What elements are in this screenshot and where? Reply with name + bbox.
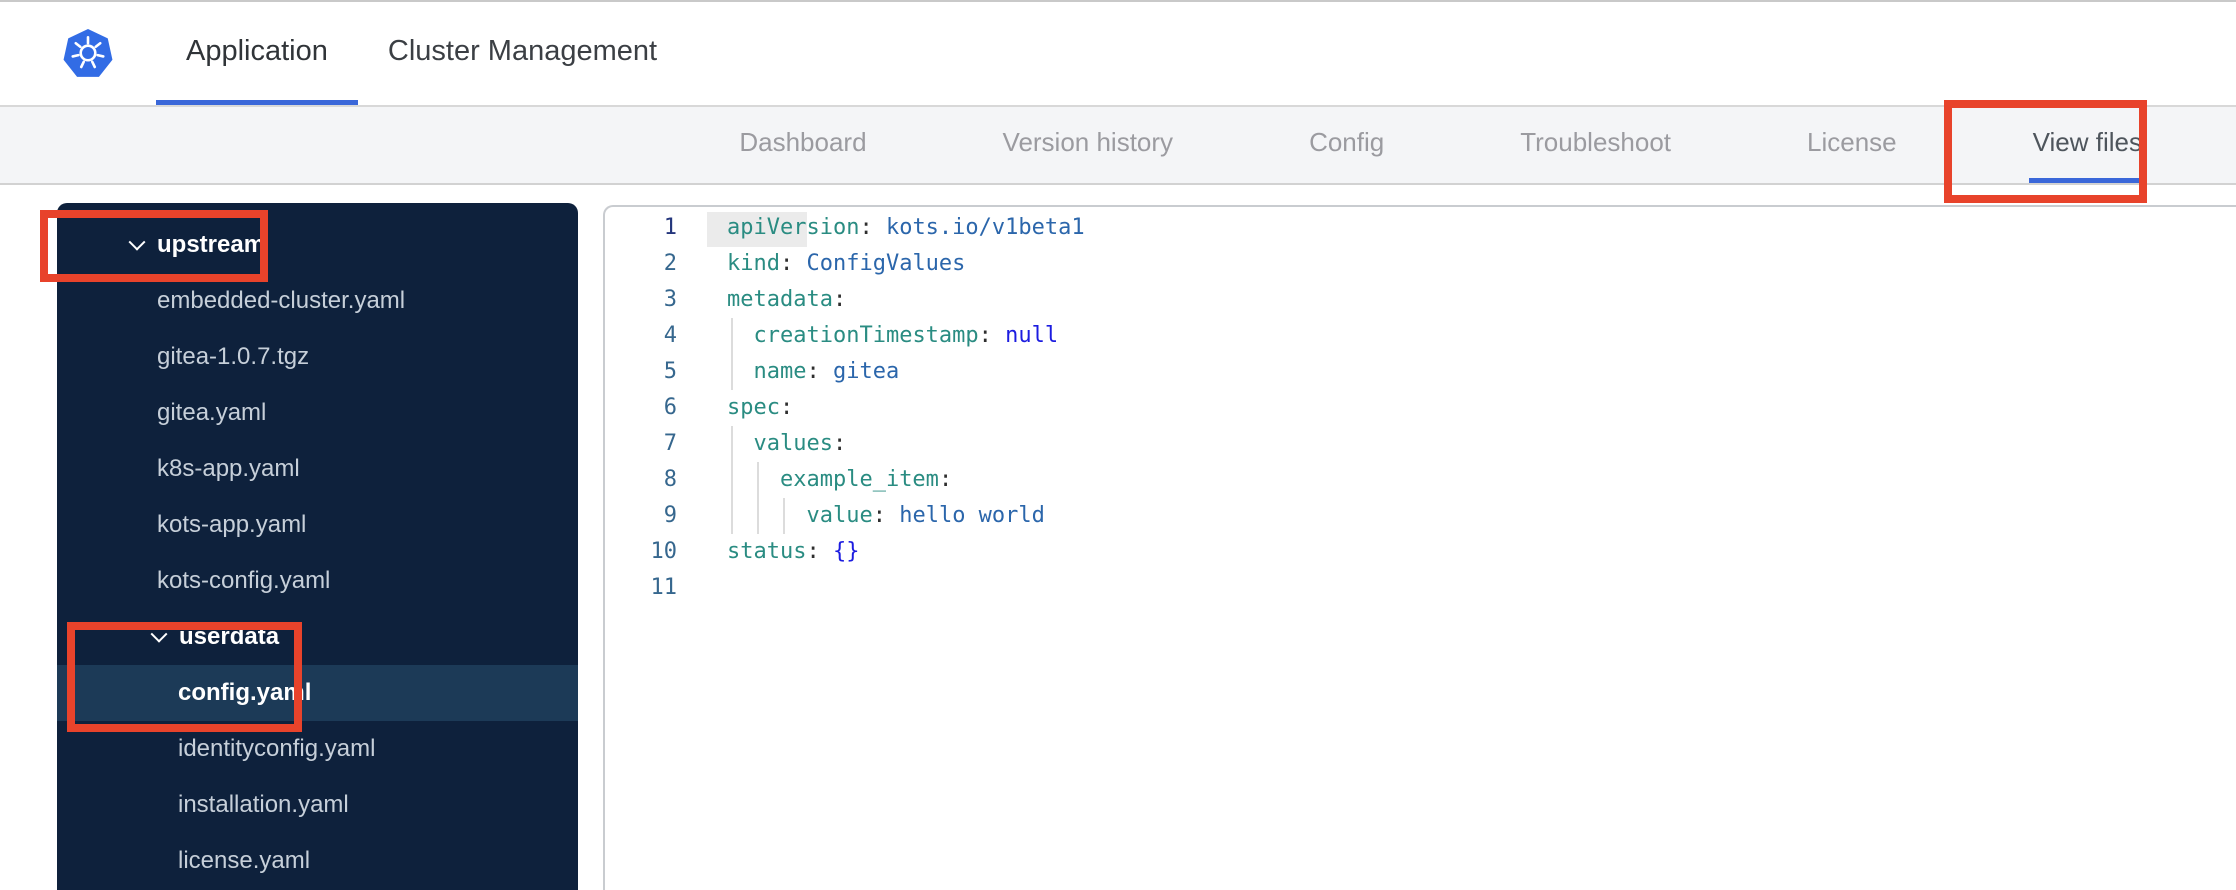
file-tree: upstream embedded-cluster.yaml gitea-1.0.7… — [57, 203, 578, 890]
file-k8s-app-yaml[interactable]: k8s-app.yaml — [57, 441, 578, 497]
line-number: 8 — [663, 467, 677, 492]
folder-upstream[interactable]: upstream — [57, 217, 578, 273]
tab-dashboard[interactable]: Dashboard — [735, 107, 870, 183]
file-label: kots-config.yaml — [157, 567, 331, 594]
tab-version-history[interactable]: Version history — [999, 107, 1178, 183]
line-number: 11 — [650, 575, 678, 600]
code-line-1[interactable]: 1 apiVersion: kots.io/v1beta1 — [605, 210, 2236, 246]
file-gitea-yaml[interactable]: gitea.yaml — [57, 385, 578, 441]
code-text: creationTimestamp: null — [753, 323, 1059, 348]
kots-admin-console: Application Cluster Management Dashboard… — [0, 0, 2236, 890]
file-label: config.yaml — [178, 679, 312, 706]
chevron-down-icon — [128, 233, 146, 251]
line-number: 1 — [663, 215, 677, 240]
folder-userdata[interactable]: userdata — [57, 609, 578, 665]
file-license-yaml[interactable]: license.yaml — [57, 833, 578, 889]
code-line-9[interactable]: 9 value: hello world — [605, 498, 2236, 534]
code-text: metadata: — [727, 287, 847, 312]
tab-cluster-management[interactable]: Cluster Management — [358, 2, 687, 105]
file-label: k8s-app.yaml — [157, 455, 300, 482]
tab-config[interactable]: Config — [1305, 107, 1388, 183]
file-gitea-1-0-7-tgz[interactable]: gitea-1.0.7.tgz — [57, 329, 578, 385]
code-line-11[interactable]: 11 — [605, 570, 2236, 606]
file-label: gitea-1.0.7.tgz — [157, 343, 310, 370]
code-line-6[interactable]: 6 spec: — [605, 390, 2236, 426]
file-kots-app-yaml[interactable]: kots-app.yaml — [57, 497, 578, 553]
line-number: 5 — [663, 359, 677, 384]
file-installation-yaml[interactable]: installation.yaml — [57, 777, 578, 833]
file-label: kots-app.yaml — [157, 511, 307, 538]
tab-application[interactable]: Application — [156, 2, 358, 105]
code-text: apiVersion: kots.io/v1beta1 — [727, 215, 1085, 240]
code-line-2[interactable]: 2 kind: ConfigValues — [605, 246, 2236, 282]
code-text: kind: ConfigValues — [727, 251, 966, 276]
file-kots-config-yaml[interactable]: kots-config.yaml — [57, 553, 578, 609]
top-header: Application Cluster Management — [0, 0, 2236, 107]
code-text: example_item: — [779, 467, 953, 492]
editor-lines: 1 apiVersion: kots.io/v1beta1 2 kind: Confi… — [605, 210, 2236, 606]
line-number: 9 — [663, 503, 677, 528]
code-line-5[interactable]: 5 name: gitea — [605, 354, 2236, 390]
code-line-8[interactable]: 8 example_item: — [605, 462, 2236, 498]
subnav-tabs: Dashboard Version history Config Troublesho… — [0, 107, 2236, 185]
file-label: embedded-cluster.yaml — [157, 287, 406, 314]
code-line-4[interactable]: 4 creationTimestamp: null — [605, 318, 2236, 354]
tab-license[interactable]: License — [1803, 107, 1901, 183]
chevron-down-icon — [150, 625, 168, 643]
file-identityconfig-yaml[interactable]: identityconfig.yaml — [57, 721, 578, 777]
file-label: gitea.yaml — [157, 399, 267, 426]
code-editor[interactable]: 1 apiVersion: kots.io/v1beta1 2 kind: Confi… — [603, 205, 2236, 890]
code-text: value: hello world — [806, 503, 1045, 528]
file-config-yaml[interactable]: config.yaml — [57, 665, 578, 721]
code-text: name: gitea — [753, 359, 900, 384]
file-embedded-cluster-yaml[interactable]: embedded-cluster.yaml — [57, 273, 578, 329]
code-line-7[interactable]: 7 values: — [605, 426, 2236, 462]
line-number: 2 — [663, 251, 677, 276]
folder-label: upstream — [157, 231, 266, 258]
code-text: status: {} — [727, 539, 860, 564]
code-text: values: — [753, 431, 847, 456]
line-number: 6 — [663, 395, 677, 420]
tab-view-files[interactable]: View files — [2028, 107, 2146, 183]
code-line-3[interactable]: 3 metadata: — [605, 282, 2236, 318]
code-line-10[interactable]: 10 status: {} — [605, 534, 2236, 570]
tab-troubleshoot[interactable]: Troubleshoot — [1516, 107, 1675, 183]
line-number: 4 — [663, 323, 677, 348]
line-number: 7 — [663, 431, 677, 456]
kubernetes-logo-icon — [62, 28, 114, 80]
code-text: spec: — [727, 395, 794, 420]
file-label: installation.yaml — [178, 791, 349, 818]
line-number: 3 — [663, 287, 677, 312]
folder-label: userdata — [179, 623, 280, 650]
file-label: identityconfig.yaml — [178, 735, 376, 762]
file-label: license.yaml — [178, 847, 311, 874]
line-number: 10 — [650, 539, 678, 564]
